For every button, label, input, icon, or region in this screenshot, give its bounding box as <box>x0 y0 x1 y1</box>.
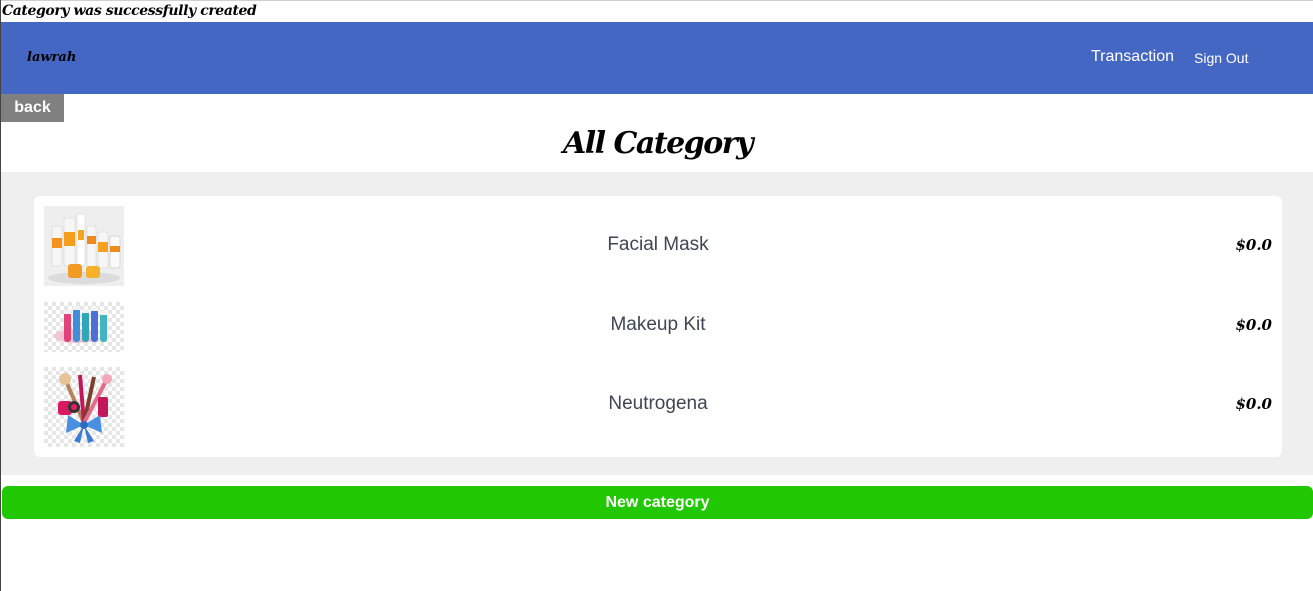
category-amount: $0.0 <box>1235 316 1272 334</box>
navbar: lawrah Transaction Sign Out <box>1 22 1313 94</box>
category-amount: $0.0 <box>1235 395 1272 413</box>
new-category-button[interactable]: New category <box>2 486 1313 519</box>
nav-signout-link[interactable]: Sign Out <box>1194 50 1248 66</box>
category-list: Facial Mask $0.0 Makeup Kit $0.0 Neutrog… <box>34 196 1282 457</box>
nav-transaction-link[interactable]: Transaction <box>1091 48 1174 66</box>
category-amount: $0.0 <box>1235 236 1272 254</box>
flash-message: Category was successfully created <box>1 0 1313 22</box>
category-name: Neutrogena <box>608 393 708 414</box>
category-row[interactable]: Makeup Kit $0.0 <box>34 302 1282 352</box>
back-button[interactable]: back <box>1 94 64 122</box>
brand-logo[interactable]: lawrah <box>27 50 76 65</box>
page-title: All Category <box>563 126 754 161</box>
category-row[interactable]: Facial Mask $0.0 <box>34 206 1282 286</box>
category-name: Makeup Kit <box>610 314 706 335</box>
category-name: Facial Mask <box>607 234 709 255</box>
category-section: Facial Mask $0.0 Makeup Kit $0.0 Neutrog… <box>1 172 1313 475</box>
category-row[interactable]: Neutrogena $0.0 <box>34 367 1282 447</box>
